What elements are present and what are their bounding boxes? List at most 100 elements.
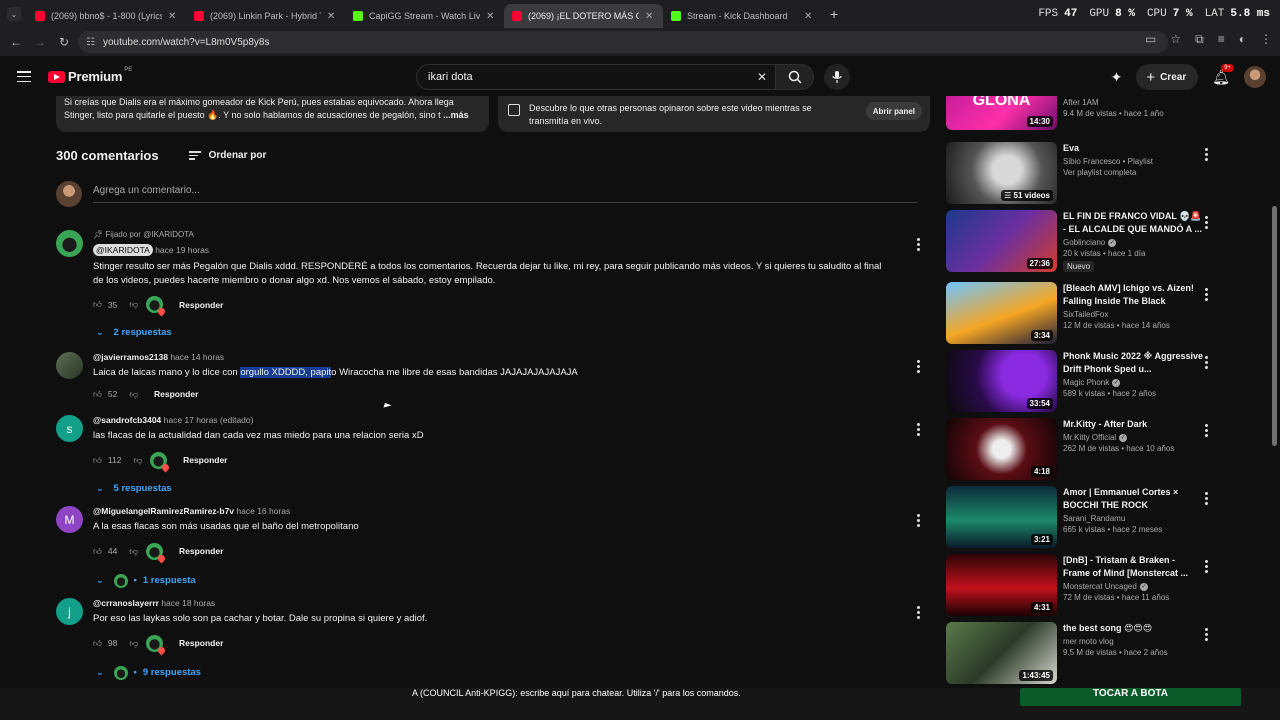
comment-time[interactable]: hace 17 horas (editado) [164,415,254,425]
youtube-premium-logo[interactable]: Premium PE [48,67,132,84]
video-thumbnail[interactable]: 33:54 [946,350,1057,412]
video-thumbnail[interactable]: GLONA 14:30 [946,96,1057,130]
video-thumbnail[interactable]: 3:34 [946,282,1057,344]
reply-button[interactable]: Responder [154,389,198,399]
account-avatar[interactable] [1244,66,1266,88]
profile-icon[interactable]: ◐ [1239,32,1246,47]
reply-button[interactable]: Responder [179,546,223,556]
commenter-avatar[interactable]: M [56,506,83,533]
close-tab-icon[interactable]: ✕ [327,11,337,22]
clear-search-icon[interactable]: ✕ [757,70,767,84]
video-channel[interactable]: Sarani_Randamu [1063,514,1203,523]
commenter-avatar[interactable] [56,230,83,257]
scrollbar-thumb[interactable] [1272,206,1277,446]
page-scrollbar[interactable] [1270,96,1278,692]
video-channel[interactable]: SixTailedFox [1063,310,1203,319]
reading-list-icon[interactable]: ≡ [1218,32,1225,47]
browser-tab[interactable]: Stream - Kick Dashboard ✕ [663,4,822,28]
reload-icon[interactable]: ↻ [52,32,76,52]
comment-time[interactable]: hace 19 horas [155,245,209,255]
open-panel-button[interactable]: Abrir panel [865,102,922,120]
comment-menu-icon[interactable] [917,238,920,251]
sort-button[interactable]: Ordenar por [188,150,266,161]
comment-menu-icon[interactable] [917,514,920,527]
recommended-playlist[interactable]: ☰ 51 videos Eva Sibio Francesco • Playli… [946,142,1226,204]
view-replies-button[interactable]: ⌄ • 9 respuestas [96,665,893,680]
dislike-icon[interactable]: 👎︎ [129,546,138,557]
video-thumbnail[interactable]: 27:36 [946,210,1057,272]
notifications-button[interactable]: 🔔︎ 9+ [1212,63,1235,86]
commenter-avatar[interactable]: j [56,598,83,625]
comment-author[interactable]: @crranoslayerrr [93,598,159,608]
recommended-video[interactable]: 3:34 [Bleach AMV] Ichigo vs. Aizen! Fall… [946,282,1226,344]
video-thumbnail[interactable]: 3:21 [946,486,1057,548]
url-bar[interactable]: ☷ youtube.com/watch?v=L8m0V5p8y8s [78,31,1168,53]
like-icon[interactable]: 👍︎ [93,638,102,649]
like-icon[interactable]: 👍︎ [93,299,102,310]
browser-menu-icon[interactable]: ⋮ [1260,32,1272,47]
site-info-icon[interactable]: ☷ [86,37,95,48]
video-menu-icon[interactable] [1205,628,1208,641]
show-more-link[interactable]: ...más [443,110,469,120]
comment-menu-icon[interactable] [917,606,920,619]
voice-search-button[interactable] [824,64,850,90]
browser-tab[interactable]: (2069) Linkin Park - Hybrid The ✕ [186,4,345,28]
extensions-icon[interactable]: ⧉ [1195,32,1204,47]
dislike-icon[interactable]: 👎︎ [133,455,142,466]
comment-menu-icon[interactable] [917,423,920,436]
close-tab-icon[interactable]: ✕ [804,11,814,22]
recommended-video[interactable]: GLONA 14:30 After 1AM 9.4 M de vistas • … [946,96,1226,130]
video-menu-icon[interactable] [1205,492,1208,505]
video-title[interactable]: the best song 😍😍😍 [1063,622,1203,635]
video-channel[interactable]: After 1AM [1063,98,1203,107]
video-menu-icon[interactable] [1205,148,1208,161]
comment-menu-icon[interactable] [917,360,920,373]
comment-time[interactable]: hace 16 horas [236,506,290,516]
view-playlist-link[interactable]: Ver playlist completa [1063,168,1203,177]
reply-button[interactable]: Responder [179,300,223,310]
dislike-icon[interactable]: 👎︎ [129,638,138,649]
video-title[interactable]: Amor | Emmanuel Cortes × BOCCHI THE ROCK [1063,486,1203,512]
browser-tab[interactable]: (2069) bbno$ - 1-800 (Lyrics) ft. ✕ [27,4,186,28]
search-button[interactable] [776,64,814,90]
like-icon[interactable]: 👍︎ [93,546,102,557]
video-thumbnail[interactable]: 4:31 [946,554,1057,616]
video-menu-icon[interactable] [1205,216,1208,229]
cast-icon[interactable]: ▭ [1145,32,1156,47]
close-tab-icon[interactable]: ✕ [645,11,655,22]
video-menu-icon[interactable] [1205,424,1208,437]
add-comment-box[interactable]: Agrega un comentario... [56,181,918,213]
browser-tab-active[interactable]: (2069) ¡EL DOTERO MÁS CACH ✕ [504,4,663,28]
view-replies-button[interactable]: ⌄ 5 respuestas [96,483,893,494]
reply-button[interactable]: Responder [183,455,227,465]
comment-author[interactable]: @MiguelangelRamirezRamirez-b7v [93,506,234,516]
comment-time[interactable]: hace 14 horas [170,352,224,362]
bookmark-star-icon[interactable]: ☆ [1170,32,1181,47]
create-button[interactable]: + Crear [1136,64,1199,90]
view-replies-button[interactable]: ⌄ • 1 respuesta [96,573,893,588]
video-description[interactable]: Si creías que Dialis era el máximo gomea… [56,96,489,132]
comment-author[interactable]: @IKARIDOTA [93,244,153,256]
video-thumbnail[interactable]: 4:18 [946,418,1057,480]
video-menu-icon[interactable] [1205,560,1208,573]
view-replies-button[interactable]: ⌄ 2 respuestas [96,327,893,338]
video-thumbnail[interactable]: 1:43:45 [946,622,1057,684]
comment-author[interactable]: @sandrofcb3404 [93,415,161,425]
comment-time[interactable]: hace 18 horas [161,598,215,608]
close-tab-icon[interactable]: ✕ [168,11,178,22]
recommended-video[interactable]: 27:36 EL FIN DE FRANCO VIDAL 💀🚨 - EL ALC… [946,210,1226,272]
commenter-avatar[interactable]: s [56,415,83,442]
close-tab-icon[interactable]: ✕ [486,11,496,22]
commenter-avatar[interactable] [56,352,83,379]
tab-search-button[interactable]: ⌄ [7,7,21,21]
add-comment-placeholder[interactable]: Agrega un comentario... [93,185,200,196]
recommended-video[interactable]: 1:43:45 the best song 😍😍😍 mer moto vlog … [946,622,1226,684]
dislike-icon[interactable]: 👎︎ [129,389,138,400]
video-title[interactable]: Mr.Kitty - After Dark [1063,418,1203,431]
back-icon[interactable]: ← [4,32,28,52]
recommended-video[interactable]: 3:21 Amor | Emmanuel Cortes × BOCCHI THE… [946,486,1226,548]
video-channel[interactable]: Goblinciano ✓ [1063,238,1203,247]
recommended-video[interactable]: 4:31 [DnB] - Tristam & Braken - Frame of… [946,554,1226,616]
recommended-video[interactable]: 33:54 Phonk Music 2022 ※ Aggressive Drif… [946,350,1226,412]
like-icon[interactable]: 👍︎ [93,455,102,466]
